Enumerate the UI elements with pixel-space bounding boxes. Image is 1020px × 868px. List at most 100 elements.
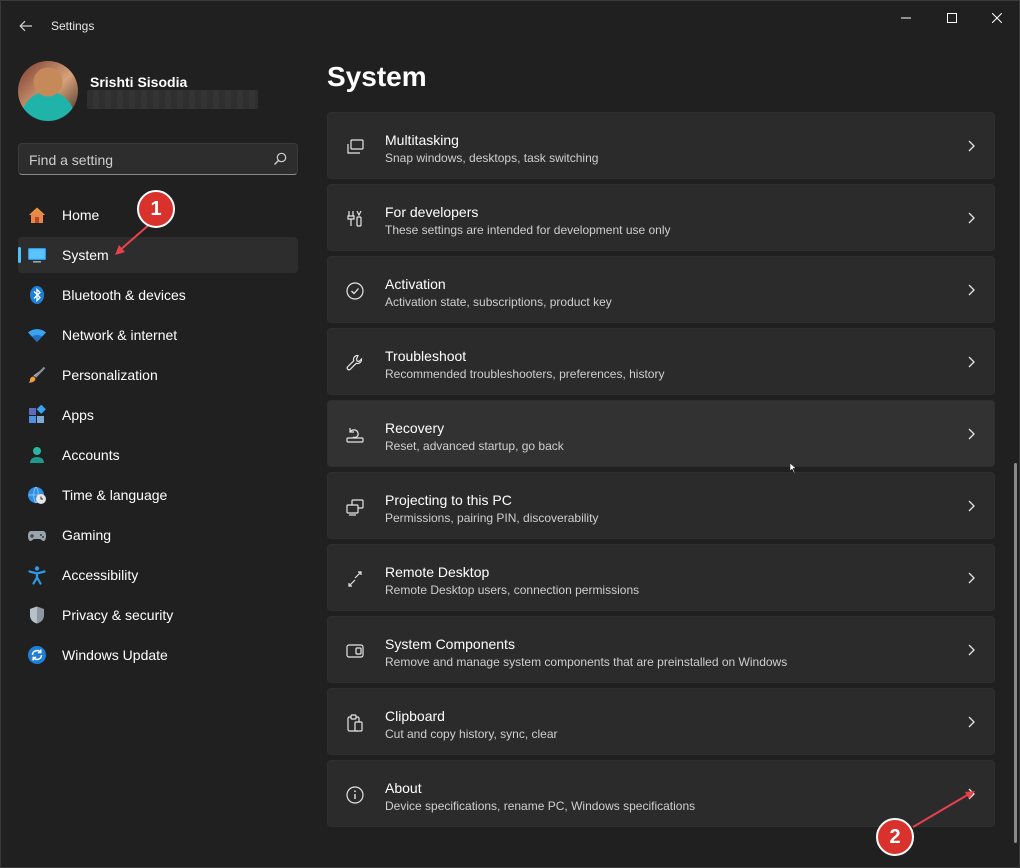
minimize-icon	[901, 17, 911, 19]
sidebar-item-label: Windows Update	[62, 647, 168, 663]
sidebar-item-label: Network & internet	[62, 327, 178, 343]
card-subtitle: Snap windows, desktops, task switching	[385, 151, 599, 165]
sidebar-item-privacy-security[interactable]: Privacy & security	[18, 597, 298, 633]
brush-icon	[27, 365, 47, 385]
sidebar-item-label: Bluetooth & devices	[62, 287, 186, 303]
settings-card-for-developers[interactable]: For developers These settings are intend…	[327, 184, 995, 251]
card-title: Activation	[385, 276, 446, 292]
mouse-cursor-icon	[790, 463, 797, 473]
settings-card-system-components[interactable]: System Components Remove and manage syst…	[327, 616, 995, 683]
sidebar-item-gaming[interactable]: Gaming	[18, 517, 298, 553]
card-title: For developers	[385, 204, 479, 220]
annotation-badge-1: 1	[137, 190, 175, 228]
card-title: About	[385, 780, 422, 796]
chevron-right-icon	[968, 212, 975, 224]
sidebar-item-windows-update[interactable]: Windows Update	[18, 637, 298, 673]
sidebar-item-label: System	[62, 247, 109, 263]
back-button[interactable]	[11, 11, 41, 41]
accessibility-icon	[27, 565, 47, 585]
title-bar: Settings	[1, 1, 1019, 49]
sidebar-item-personalization[interactable]: Personalization	[18, 357, 298, 393]
monitor-icon	[27, 245, 47, 265]
chevron-right-icon	[968, 500, 975, 512]
search-box[interactable]	[18, 143, 298, 175]
back-arrow-icon	[19, 20, 32, 32]
sidebar-item-accessibility[interactable]: Accessibility	[18, 557, 298, 593]
card-title: Recovery	[385, 420, 445, 436]
chevron-right-icon	[968, 716, 975, 728]
globe-clock-icon	[27, 485, 47, 505]
card-subtitle: Activation state, subscriptions, product…	[385, 295, 612, 309]
sidebar-item-label: Home	[62, 207, 100, 223]
card-subtitle: Remote Desktop users, connection permiss…	[385, 583, 640, 597]
card-title: System Components	[385, 636, 515, 652]
card-subtitle: Recommended troubleshooters, preferences…	[385, 367, 665, 381]
sidebar-item-network[interactable]: Network & internet	[18, 317, 298, 353]
card-subtitle: Reset, advanced startup, go back	[385, 439, 564, 453]
profile-email-redacted	[87, 90, 258, 109]
sidebar-item-label: Privacy & security	[62, 607, 174, 623]
card-subtitle: Remove and manage system components that…	[385, 655, 788, 669]
settings-card-recovery[interactable]: Recovery Reset, advanced startup, go bac…	[327, 400, 995, 467]
settings-card-remote-desktop[interactable]: Remote Desktop Remote Desktop users, con…	[327, 544, 995, 611]
chevron-right-icon	[968, 572, 975, 584]
recovery-icon	[344, 424, 366, 446]
sidebar-item-apps[interactable]: Apps	[18, 397, 298, 433]
close-button[interactable]	[974, 1, 1019, 35]
sidebar-nav: Home System Bluetooth & devices Network …	[18, 197, 298, 677]
settings-card-troubleshoot[interactable]: Troubleshoot Recommended troubleshooters…	[327, 328, 995, 395]
home-icon	[27, 205, 47, 225]
sidebar-item-bluetooth[interactable]: Bluetooth & devices	[18, 277, 298, 313]
chevron-right-icon	[968, 788, 975, 800]
sidebar-item-time-language[interactable]: Time & language	[18, 477, 298, 513]
maximize-button[interactable]	[929, 1, 975, 35]
card-title: Clipboard	[385, 708, 445, 724]
card-subtitle: Permissions, pairing PIN, discoverabilit…	[385, 511, 599, 525]
settings-card-about[interactable]: About Device specifications, rename PC, …	[327, 760, 995, 827]
search-input[interactable]	[29, 151, 259, 169]
page-title: System	[327, 61, 427, 92]
shield-icon	[27, 605, 47, 625]
chevron-right-icon	[968, 284, 975, 296]
settings-card-clipboard[interactable]: Clipboard Cut and copy history, sync, cl…	[327, 688, 995, 755]
sidebar-item-label: Accessibility	[62, 567, 139, 583]
search-icon	[274, 152, 287, 165]
update-icon	[27, 645, 47, 665]
card-title: Troubleshoot	[385, 348, 467, 364]
wrench-icon	[344, 352, 366, 374]
clipboard-icon	[344, 712, 366, 734]
settings-card-projecting[interactable]: Projecting to this PC Permissions, pairi…	[327, 472, 995, 539]
card-title: Projecting to this PC	[385, 492, 512, 508]
scrollbar[interactable]	[1014, 463, 1017, 843]
profile-name: Srishti Sisodia	[90, 74, 188, 90]
person-icon	[27, 445, 47, 465]
minimize-button[interactable]	[883, 1, 929, 35]
maximize-icon	[947, 13, 957, 23]
chevron-right-icon	[968, 644, 975, 656]
avatar[interactable]	[18, 61, 78, 121]
sidebar-item-label: Gaming	[62, 527, 112, 543]
info-icon	[344, 784, 366, 806]
sidebar-item-system[interactable]: System	[18, 237, 298, 273]
gamepad-icon	[27, 525, 47, 545]
chevron-right-icon	[968, 356, 975, 368]
sidebar-item-label: Apps	[62, 407, 94, 423]
card-subtitle: Cut and copy history, sync, clear	[385, 727, 558, 741]
sidebar-item-label: Personalization	[62, 367, 158, 383]
card-subtitle: These settings are intended for developm…	[385, 223, 671, 237]
settings-card-multitasking[interactable]: Multitasking Snap windows, desktops, tas…	[327, 112, 995, 179]
checkmark-circle-icon	[344, 280, 366, 302]
wifi-icon	[27, 325, 47, 345]
chevron-right-icon	[968, 428, 975, 440]
system-components-icon	[344, 640, 366, 662]
card-title: Remote Desktop	[385, 564, 490, 580]
multitasking-icon	[344, 136, 366, 158]
app-title: Settings	[51, 19, 95, 33]
settings-card-activation[interactable]: Activation Activation state, subscriptio…	[327, 256, 995, 323]
card-subtitle: Device specifications, rename PC, Window…	[385, 799, 696, 813]
sidebar-item-accounts[interactable]: Accounts	[18, 437, 298, 473]
bluetooth-icon	[27, 285, 47, 305]
apps-icon	[27, 405, 47, 425]
settings-window: Settings Srishti Sisodia Home System Blu…	[0, 0, 1020, 868]
settings-card-list: Multitasking Snap windows, desktops, tas…	[327, 112, 995, 832]
